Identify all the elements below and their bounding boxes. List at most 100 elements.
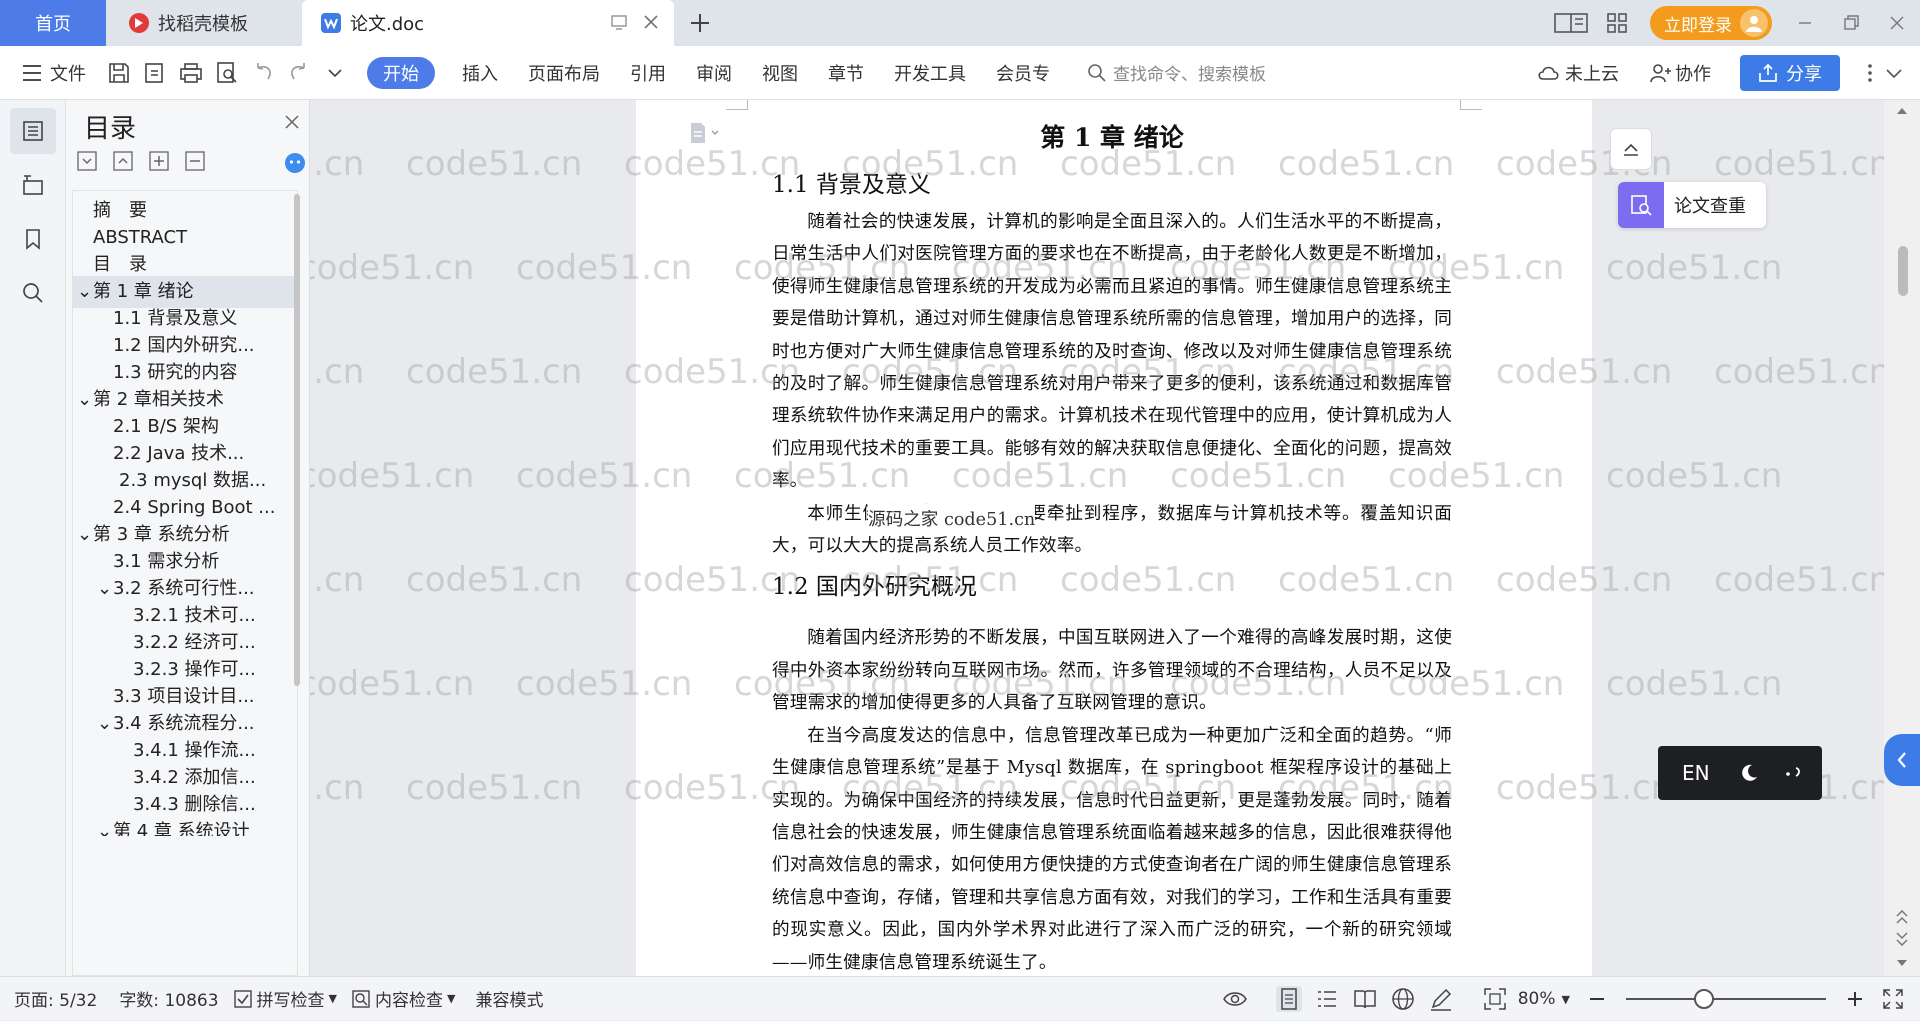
- prev-page-icon[interactable]: [1896, 910, 1908, 924]
- watermark-text: code51.cn: [310, 560, 365, 600]
- vertical-scrollbar[interactable]: [1884, 100, 1920, 976]
- scroll-up-icon[interactable]: [1896, 106, 1908, 116]
- bookmark-icon[interactable]: [10, 216, 56, 262]
- chevron-down-icon[interactable]: ⌄: [77, 384, 92, 416]
- zoom-level[interactable]: 80%: [1518, 989, 1556, 1009]
- zoom-slider-knob[interactable]: [1694, 989, 1715, 1009]
- restore-icon[interactable]: [1828, 0, 1874, 46]
- cloud-status[interactable]: 未上云: [1522, 57, 1634, 89]
- chevron-down-icon[interactable]: ⌄: [97, 573, 112, 605]
- redo-icon[interactable]: [286, 60, 312, 86]
- toc-panel-icon[interactable]: [10, 108, 56, 154]
- content-check-button[interactable]: 内容检查 ▼: [351, 986, 455, 1011]
- chevron-down-icon[interactable]: ⌄: [97, 708, 112, 740]
- new-tab-icon[interactable]: [686, 9, 714, 37]
- tab-document[interactable]: 论文.doc: [302, 0, 674, 46]
- tab-home[interactable]: 首页: [0, 0, 106, 46]
- fullscreen-icon[interactable]: [1880, 986, 1906, 1012]
- chevron-down-icon[interactable]: ▼: [329, 992, 337, 1005]
- watermark-text: code51.cn: [1606, 248, 1783, 288]
- chevron-down-icon[interactable]: ▼: [447, 992, 455, 1005]
- scrollbar-thumb[interactable]: [1898, 246, 1908, 296]
- close-tab-icon[interactable]: [642, 13, 660, 31]
- tab-section[interactable]: 章节: [813, 57, 879, 89]
- tab-developer[interactable]: 开发工具: [879, 57, 981, 89]
- watermark-text: code51.cn: [310, 664, 475, 704]
- next-page-icon[interactable]: [1896, 932, 1908, 946]
- add-heading-icon[interactable]: [148, 150, 170, 172]
- undo-icon[interactable]: [250, 60, 276, 86]
- tab-document-label: 论文.doc: [350, 14, 425, 35]
- watermark-text: code51.cn: [1606, 664, 1783, 704]
- navigation-pane-icon[interactable]: [10, 162, 56, 208]
- chevron-down-icon[interactable]: ▼: [1562, 993, 1570, 1006]
- share-icon: [1758, 63, 1778, 83]
- outline-view-icon[interactable]: [1314, 986, 1340, 1012]
- tab-member[interactable]: 会员专: [981, 57, 1065, 89]
- scroll-down-icon[interactable]: [1896, 958, 1908, 968]
- paragraph: 随着社会的快速发展，计算机的影响是全面且深入的。人们生活水平的不断提高，日常生活…: [772, 212, 1452, 492]
- document-page[interactable]: 第 1 章 绪论 1.1 背景及意义 随着社会的快速发展，计算机的影响是全面且深…: [636, 100, 1592, 976]
- web-view-icon[interactable]: [1390, 986, 1416, 1012]
- chevron-down-icon[interactable]: ⌄: [77, 519, 92, 551]
- close-window-icon[interactable]: [1874, 0, 1920, 46]
- tab-review[interactable]: 审阅: [681, 57, 747, 89]
- quick-access-dropdown-icon[interactable]: [322, 60, 348, 86]
- apps-grid-icon[interactable]: [1594, 0, 1640, 46]
- save-icon[interactable]: [106, 60, 132, 86]
- zoom-out-icon[interactable]: [1584, 986, 1610, 1012]
- tab-view[interactable]: 视图: [747, 57, 813, 89]
- ime-toolbar[interactable]: EN: [1658, 746, 1822, 800]
- tab-insert[interactable]: 插入: [447, 57, 513, 89]
- watermark-text: code51.cn: [310, 144, 365, 184]
- expand-side-panel-icon[interactable]: [1884, 734, 1920, 786]
- eye-protection-icon[interactable]: [1222, 986, 1248, 1012]
- reading-layout-icon[interactable]: [1548, 0, 1594, 46]
- file-menu[interactable]: 文件: [0, 57, 101, 89]
- print-preview-icon[interactable]: [214, 60, 240, 86]
- tab-page-layout[interactable]: 页面布局: [513, 57, 615, 89]
- fit-page-icon[interactable]: [1482, 986, 1508, 1012]
- chevron-down-icon[interactable]: ⌄: [77, 276, 92, 308]
- collapse-ribbon-icon[interactable]: [1884, 63, 1904, 83]
- collaborate-button[interactable]: 协作: [1634, 57, 1726, 89]
- remove-heading-icon[interactable]: [184, 150, 206, 172]
- writing-mode-icon[interactable]: [1428, 986, 1454, 1012]
- plagiarism-check-button[interactable]: 论文查重: [1618, 182, 1766, 228]
- collapse-all-icon[interactable]: [112, 150, 134, 172]
- file-menu-label: 文件: [50, 63, 86, 85]
- word-count[interactable]: 字数: 10863: [119, 986, 218, 1011]
- print-icon[interactable]: [178, 60, 204, 86]
- page-indicator[interactable]: 页面: 5/32: [14, 986, 97, 1011]
- command-search[interactable]: 查找命令、搜索模板: [1087, 60, 1266, 85]
- chevron-down-icon[interactable]: ⌄: [97, 816, 112, 836]
- zoom-in-icon[interactable]: [1842, 986, 1868, 1012]
- spell-check-label: 拼写检查: [256, 991, 325, 1011]
- export-icon[interactable]: [142, 60, 168, 86]
- more-options-icon[interactable]: [1866, 62, 1874, 84]
- collapse-panel-icon[interactable]: [1610, 128, 1652, 170]
- spell-check-icon: [233, 989, 253, 1009]
- window-mode-icon[interactable]: [610, 13, 628, 31]
- expand-all-icon[interactable]: [76, 150, 98, 172]
- toc-scrollbar[interactable]: [294, 194, 300, 686]
- find-icon[interactable]: [10, 270, 56, 316]
- spell-check-button[interactable]: 拼写检查 ▼: [233, 986, 337, 1011]
- ai-assistant-icon[interactable]: [284, 152, 306, 174]
- moon-icon[interactable]: [1738, 762, 1760, 784]
- share-button[interactable]: 分享: [1740, 55, 1840, 91]
- close-icon[interactable]: [284, 114, 300, 130]
- tab-start[interactable]: 开始: [367, 56, 435, 89]
- zoom-slider[interactable]: [1626, 989, 1826, 1009]
- ime-language-label[interactable]: EN: [1682, 761, 1710, 785]
- tab-templates[interactable]: 找稻壳模板: [110, 0, 300, 46]
- paragraph-options-icon[interactable]: [688, 122, 722, 144]
- punctuation-icon[interactable]: [1784, 765, 1802, 781]
- tab-references[interactable]: 引用: [615, 57, 681, 89]
- toc-item-chapter-4[interactable]: ⌄ 第 4 章 系统设计: [93, 816, 297, 836]
- login-button[interactable]: 立即登录: [1650, 6, 1772, 40]
- page-view-icon[interactable]: [1275, 986, 1302, 1012]
- watermark-text: code51.cn: [406, 560, 583, 600]
- minimize-icon[interactable]: [1782, 0, 1828, 46]
- reading-view-icon[interactable]: [1352, 986, 1378, 1012]
